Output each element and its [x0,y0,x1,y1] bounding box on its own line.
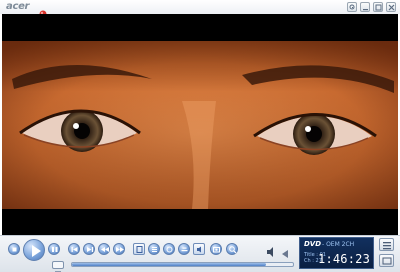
step-icon[interactable] [133,243,145,255]
media-player-window: acer DVD - OEM 2CH Title: 01 Ch: 27 1:… [0,0,400,272]
video-frame [2,41,398,209]
play-button[interactable] [23,239,45,261]
playback-time: 1:46:23 [318,252,370,266]
audio-icon[interactable] [193,243,205,255]
menu-icon[interactable] [148,243,160,255]
minimize-icon[interactable] [360,2,370,12]
window-controls [347,2,396,12]
status-display: DVD - OEM 2CH Title : 01 Ch : 27 1:46:23 [299,237,374,269]
volume-icon[interactable] [281,244,289,258]
repeat-icon[interactable] [52,261,64,272]
brand-logo: acer [6,1,30,12]
title-bar[interactable]: acer [0,0,400,18]
video-area[interactable] [2,14,398,235]
record-icon[interactable] [39,3,47,18]
forward-icon[interactable] [113,243,125,255]
play-icon [32,245,41,257]
previous-chapter-icon[interactable] [68,243,80,255]
rewind-icon[interactable] [98,243,110,255]
close-icon[interactable] [386,2,396,12]
settings-icon[interactable] [347,2,357,12]
dvd-logo: DVD [304,240,322,248]
playlist-icon[interactable] [379,238,394,251]
zoom-icon[interactable] [226,243,238,255]
audio-track-label: - OEM 2CH [322,241,355,248]
snapshot-icon[interactable] [210,243,222,255]
next-chapter-icon[interactable] [83,243,95,255]
angle-icon[interactable] [163,243,175,255]
pause-icon[interactable] [48,243,60,255]
speaker-icon[interactable] [266,243,276,257]
stop-icon[interactable] [8,243,20,255]
fullscreen-icon[interactable] [379,254,394,267]
maximize-icon[interactable] [373,2,383,12]
subtitle-icon[interactable] [178,243,190,255]
seek-progress [72,263,267,266]
seek-bar[interactable] [71,262,294,267]
